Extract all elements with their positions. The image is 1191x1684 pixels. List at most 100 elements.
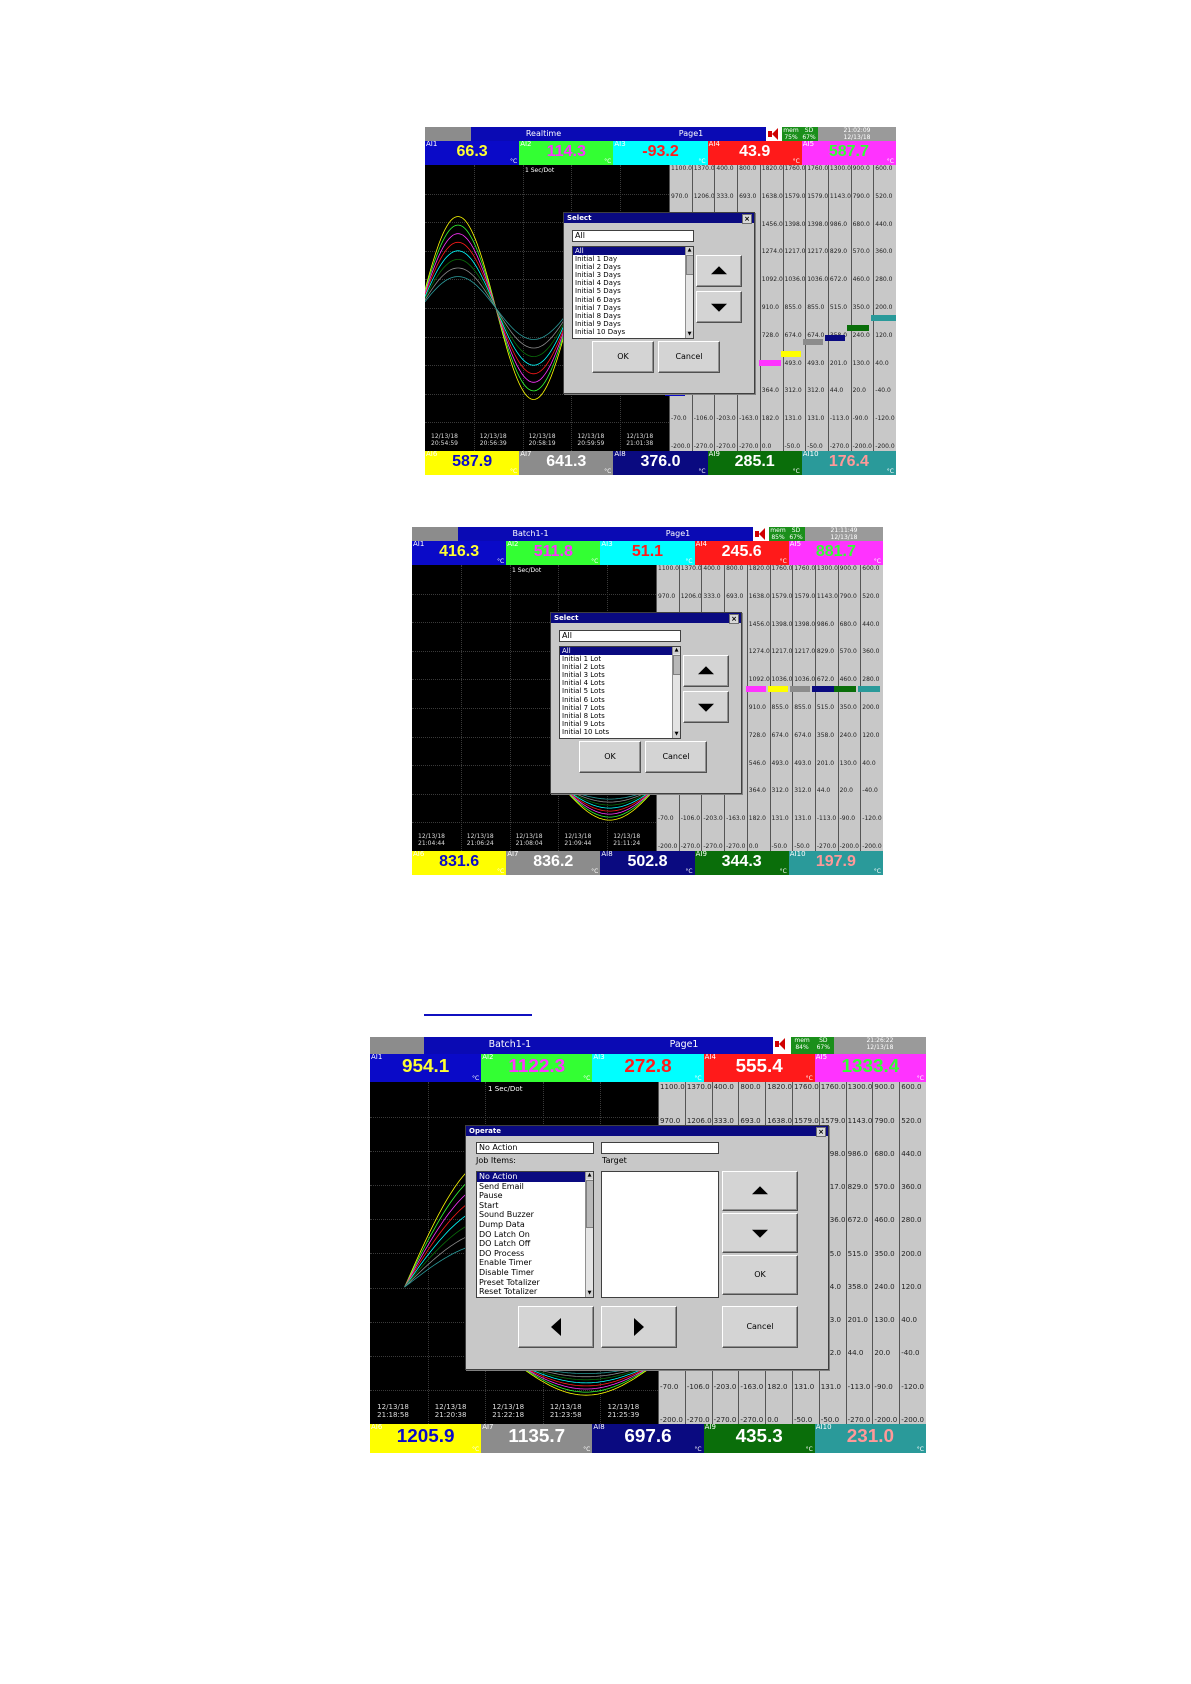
- channel-ai5-box[interactable]: AI5 587.7 °C: [801, 140, 896, 165]
- range-list[interactable]: All Initial 1 Lot Initial 2 Lots Initial 3 …: [559, 646, 681, 739]
- filter-field[interactable]: All: [572, 230, 694, 242]
- close-icon[interactable]: ×: [729, 614, 739, 624]
- move-right-button[interactable]: [601, 1306, 677, 1348]
- list-item[interactable]: Initial 4 Days: [573, 279, 693, 287]
- move-up-button[interactable]: [722, 1171, 798, 1211]
- ok-button[interactable]: OK: [592, 341, 654, 373]
- scroll-up-icon[interactable]: ▲: [686, 247, 693, 254]
- channel-ai5-box[interactable]: AI5 1333.4 °C: [814, 1053, 926, 1083]
- channel-ai9-box[interactable]: AI9 285.1 °C: [707, 450, 802, 475]
- close-icon[interactable]: ×: [816, 1127, 826, 1137]
- page-label[interactable]: Page1: [603, 527, 753, 541]
- scroll-down-icon[interactable]: ▼: [673, 731, 680, 738]
- list-item[interactable]: Initial 1 Day: [573, 255, 693, 263]
- channel-ai7-box[interactable]: AI7 641.3 °C: [519, 450, 614, 475]
- move-up-button[interactable]: [683, 655, 729, 687]
- list-item[interactable]: Initial 1 Lot: [560, 655, 680, 663]
- page-label[interactable]: Page1: [616, 127, 766, 141]
- move-down-button[interactable]: [683, 691, 729, 723]
- list-item[interactable]: DO Latch Off: [477, 1239, 593, 1249]
- channel-ai1-box[interactable]: AI1 66.3 °C: [425, 140, 520, 165]
- list-scrollbar[interactable]: ▲ ▼: [672, 647, 680, 738]
- channel-ai4-box[interactable]: AI4 555.4 °C: [703, 1053, 815, 1083]
- list-item[interactable]: Initial 8 Lots: [560, 712, 680, 720]
- channel-ai4-box[interactable]: AI4 43.9 °C: [707, 140, 802, 165]
- mode-label[interactable]: Batch1-1: [458, 527, 603, 541]
- list-item[interactable]: Initial 7 Lots: [560, 704, 680, 712]
- list-item[interactable]: Initial 9 Days: [573, 320, 693, 328]
- channel-ai10-box[interactable]: AI10 197.9 °C: [788, 850, 883, 875]
- list-item[interactable]: Initial 5 Days: [573, 287, 693, 295]
- list-item[interactable]: Initial 2 Days: [573, 263, 693, 271]
- list-item[interactable]: Initial 2 Lots: [560, 663, 680, 671]
- speaker-icon[interactable]: [766, 127, 782, 141]
- scroll-up-icon[interactable]: ▲: [673, 647, 680, 654]
- channel-ai7-box[interactable]: AI7 1135.7 °C: [481, 1423, 593, 1453]
- channel-ai2-box[interactable]: AI2 114.3 °C: [519, 140, 614, 165]
- channel-ai4-box[interactable]: AI4 245.6 °C: [694, 540, 789, 565]
- filter-field[interactable]: All: [559, 630, 681, 642]
- ok-button[interactable]: OK: [579, 741, 641, 773]
- scroll-thumb[interactable]: [673, 655, 680, 675]
- list-item[interactable]: Disable Timer: [477, 1268, 593, 1278]
- list-item[interactable]: Reset Totalizer: [477, 1287, 593, 1297]
- close-icon[interactable]: ×: [742, 214, 752, 224]
- channel-ai10-box[interactable]: AI10 231.0 °C: [814, 1423, 926, 1453]
- channel-ai1-box[interactable]: AI1 954.1 °C: [370, 1053, 482, 1083]
- list-item[interactable]: No Action: [477, 1172, 593, 1182]
- page-label[interactable]: Page1: [595, 1037, 773, 1054]
- list-item[interactable]: Initial 3 Lots: [560, 671, 680, 679]
- channel-ai2-box[interactable]: AI2 511.8 °C: [506, 540, 601, 565]
- channel-ai5-box[interactable]: AI5 881.7 °C: [788, 540, 883, 565]
- list-scrollbar[interactable]: ▲ ▼: [585, 1172, 593, 1297]
- list-item[interactable]: All: [573, 247, 693, 256]
- list-item[interactable]: Dump Data: [477, 1220, 593, 1230]
- cancel-button[interactable]: Cancel: [658, 341, 720, 373]
- target-field[interactable]: [601, 1142, 719, 1154]
- channel-ai6-box[interactable]: AI6 1205.9 °C: [370, 1423, 482, 1453]
- list-item[interactable]: Initial 8 Days: [573, 312, 693, 320]
- list-item[interactable]: Initial 9 Lots: [560, 720, 680, 728]
- channel-ai9-box[interactable]: AI9 435.3 °C: [703, 1423, 815, 1453]
- channel-ai8-box[interactable]: AI8 376.0 °C: [613, 450, 708, 475]
- list-item[interactable]: Preset Totalizer: [477, 1278, 593, 1288]
- scroll-down-icon[interactable]: ▼: [686, 331, 693, 338]
- range-list[interactable]: All Initial 1 Day Initial 2 Days Initial 3 …: [572, 246, 694, 339]
- list-item[interactable]: Initial 10 Lots: [560, 728, 680, 736]
- list-item[interactable]: DO Process: [477, 1249, 593, 1259]
- target-list[interactable]: [601, 1171, 719, 1298]
- list-item[interactable]: Initial 4 Lots: [560, 679, 680, 687]
- list-item[interactable]: DO Latch On: [477, 1230, 593, 1240]
- scroll-thumb[interactable]: [686, 255, 693, 275]
- list-item[interactable]: Sound Buzzer: [477, 1210, 593, 1220]
- channel-ai9-box[interactable]: AI9 344.3 °C: [694, 850, 789, 875]
- link-underline[interactable]: [424, 1014, 532, 1016]
- list-item[interactable]: Pause: [477, 1191, 593, 1201]
- list-item[interactable]: Start: [477, 1201, 593, 1211]
- move-left-button[interactable]: [518, 1306, 594, 1348]
- mode-label[interactable]: Batch1-1: [424, 1037, 596, 1054]
- channel-ai3-box[interactable]: AI3 272.8 °C: [592, 1053, 704, 1083]
- channel-ai1-box[interactable]: AI1 416.3 °C: [412, 540, 507, 565]
- scroll-thumb[interactable]: [586, 1180, 593, 1228]
- mode-label[interactable]: Realtime: [471, 127, 616, 141]
- speaker-icon[interactable]: [753, 527, 769, 541]
- job-field[interactable]: No Action: [476, 1142, 594, 1154]
- move-down-button[interactable]: [722, 1213, 798, 1253]
- move-up-button[interactable]: [696, 255, 742, 287]
- channel-ai3-box[interactable]: AI3 -93.2 °C: [613, 140, 708, 165]
- channel-ai7-box[interactable]: AI7 836.2 °C: [506, 850, 601, 875]
- list-item[interactable]: Send Email: [477, 1182, 593, 1192]
- channel-ai8-box[interactable]: AI8 502.8 °C: [600, 850, 695, 875]
- list-item[interactable]: Initial 6 Days: [573, 296, 693, 304]
- list-scrollbar[interactable]: ▲ ▼: [685, 247, 693, 338]
- job-items-list[interactable]: No Action Send Email Pause Start Sound Buzze…: [476, 1171, 594, 1298]
- scroll-down-icon[interactable]: ▼: [586, 1290, 593, 1297]
- cancel-button[interactable]: Cancel: [645, 741, 707, 773]
- cancel-button[interactable]: Cancel: [722, 1306, 798, 1348]
- channel-ai3-box[interactable]: AI3 51.1 °C: [600, 540, 695, 565]
- channel-ai6-box[interactable]: AI6 831.6 °C: [412, 850, 507, 875]
- channel-ai2-box[interactable]: AI2 1122.3 °C: [481, 1053, 593, 1083]
- list-item[interactable]: Initial 10 Days: [573, 328, 693, 336]
- ok-button[interactable]: OK: [722, 1255, 798, 1295]
